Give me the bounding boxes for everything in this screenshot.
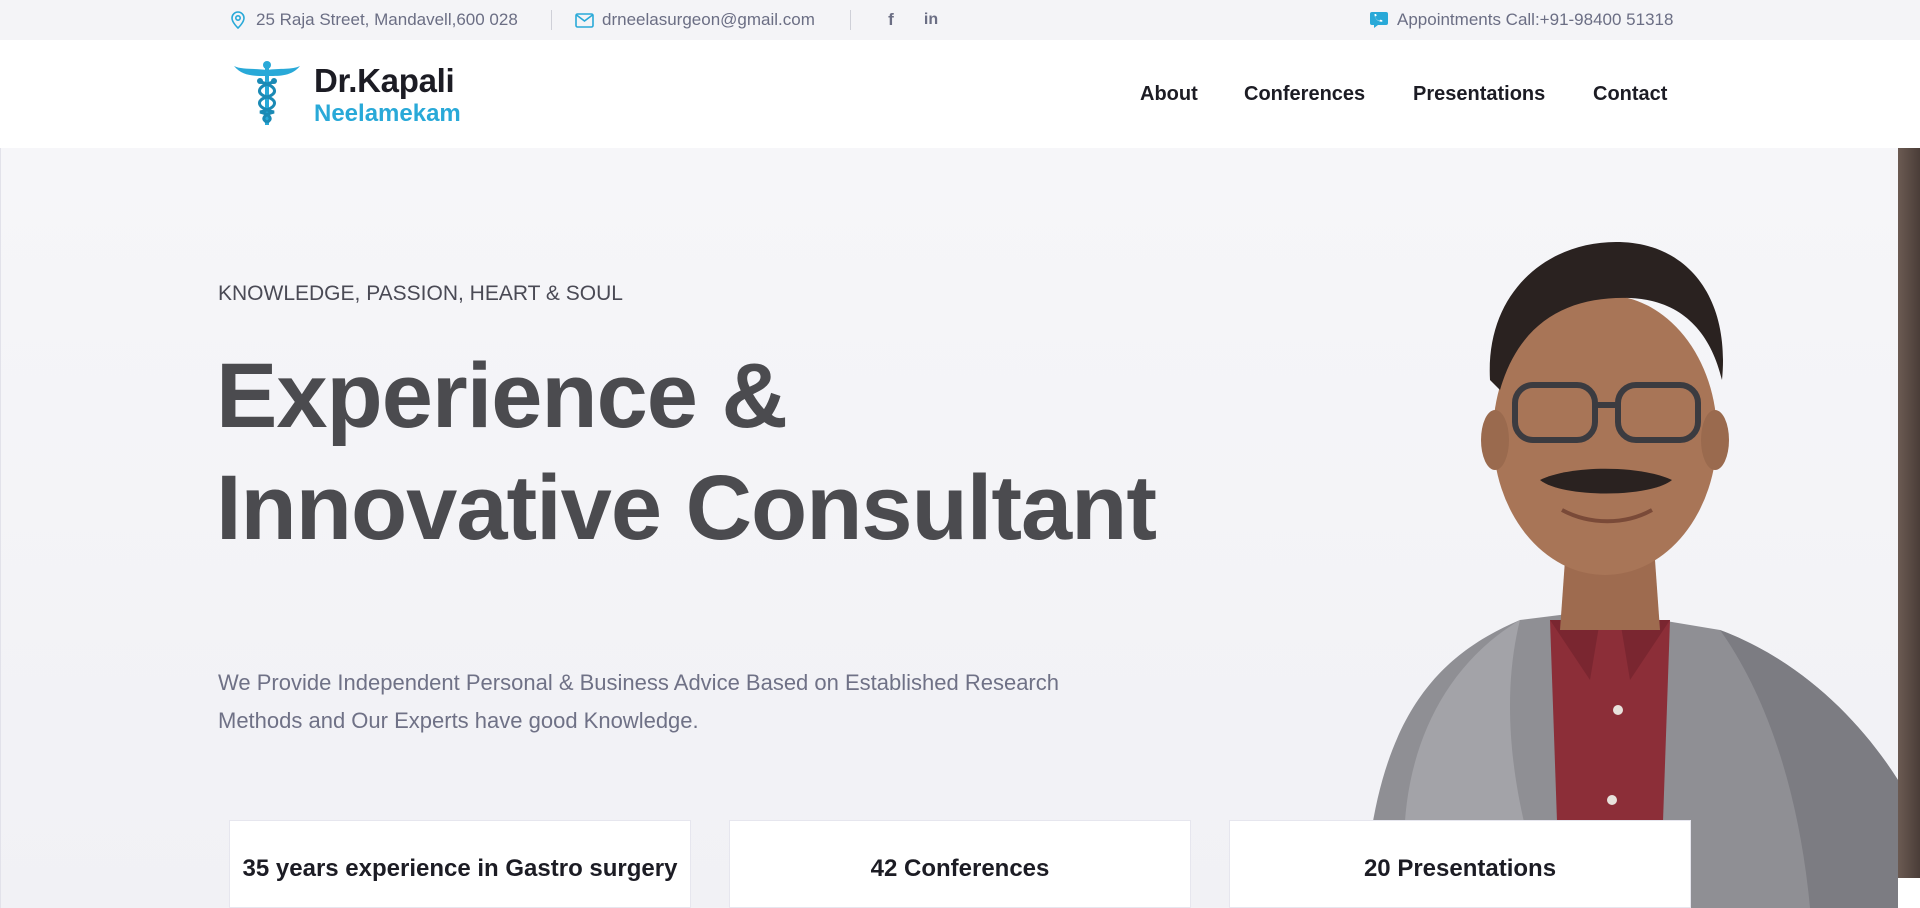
address-text: 25 Raja Street, Mandavell,600 028 xyxy=(256,10,518,29)
hero-lead: We Provide Independent Personal & Busine… xyxy=(218,664,1118,740)
hero-headline-line1: Experience & xyxy=(216,345,788,447)
location-pin-icon xyxy=(228,10,248,30)
stat-card-label: 42 Conferences xyxy=(870,855,1050,882)
logo-name-line1: Dr.Kapali xyxy=(314,62,455,99)
facebook-icon[interactable]: f xyxy=(879,0,903,40)
hero-image-edge-gap xyxy=(1898,878,1920,908)
header: Dr.Kapali Neelamekam About Conferences P… xyxy=(0,40,1920,148)
stat-card-conferences: 42 Conferences xyxy=(729,820,1191,908)
hero-headline-line2: Innovative Consultant xyxy=(216,457,1157,559)
hero-tagline: KNOWLEDGE, PASSION, HEART & SOUL xyxy=(218,282,623,305)
nav-item-contact[interactable]: Contact xyxy=(1593,40,1667,148)
hero-lead-line1: We Provide Independent Personal & Busine… xyxy=(218,670,1059,695)
address-item: 25 Raja Street, Mandavell,600 028 xyxy=(228,0,518,40)
stat-card-experience: 35 years experience in Gastro surgery xyxy=(229,820,691,908)
site-logo[interactable]: Dr.Kapali Neelamekam xyxy=(232,60,472,130)
email-item[interactable]: drneelasurgeon@gmail.com xyxy=(574,0,815,40)
doctor-portrait xyxy=(1340,241,1898,908)
mail-icon xyxy=(574,10,594,30)
nav-item-conferences[interactable]: Conferences xyxy=(1244,40,1365,148)
hero-image-edge xyxy=(1898,148,1920,878)
hero-lead-line2: Methods and Our Experts have good Knowle… xyxy=(218,708,699,733)
logo-name-line2: Neelamekam xyxy=(314,100,461,127)
divider xyxy=(551,10,552,30)
stat-card-label: 35 years experience in Gastro surgery xyxy=(242,855,678,882)
email-link[interactable]: drneelasurgeon@gmail.com xyxy=(602,10,815,30)
appointments-text[interactable]: Appointments Call:+91-98400 51318 xyxy=(1397,10,1673,30)
top-bar: 25 Raja Street, Mandavell,600 028 drneel… xyxy=(0,0,1920,40)
stat-card-presentations: 20 Presentations xyxy=(1229,820,1691,908)
caduceus-icon xyxy=(234,61,300,125)
linkedin-icon[interactable]: in xyxy=(919,0,943,40)
nav-item-presentations[interactable]: Presentations xyxy=(1413,40,1545,148)
stat-card-label: 20 Presentations xyxy=(1363,855,1557,882)
appointments-item[interactable]: Appointments Call:+91-98400 51318 xyxy=(1369,0,1673,40)
nav-item-about[interactable]: About xyxy=(1140,40,1198,148)
chat-phone-icon xyxy=(1369,10,1389,30)
divider xyxy=(850,10,851,30)
hero-headline: Experience & Innovative Consultant xyxy=(216,340,1157,564)
